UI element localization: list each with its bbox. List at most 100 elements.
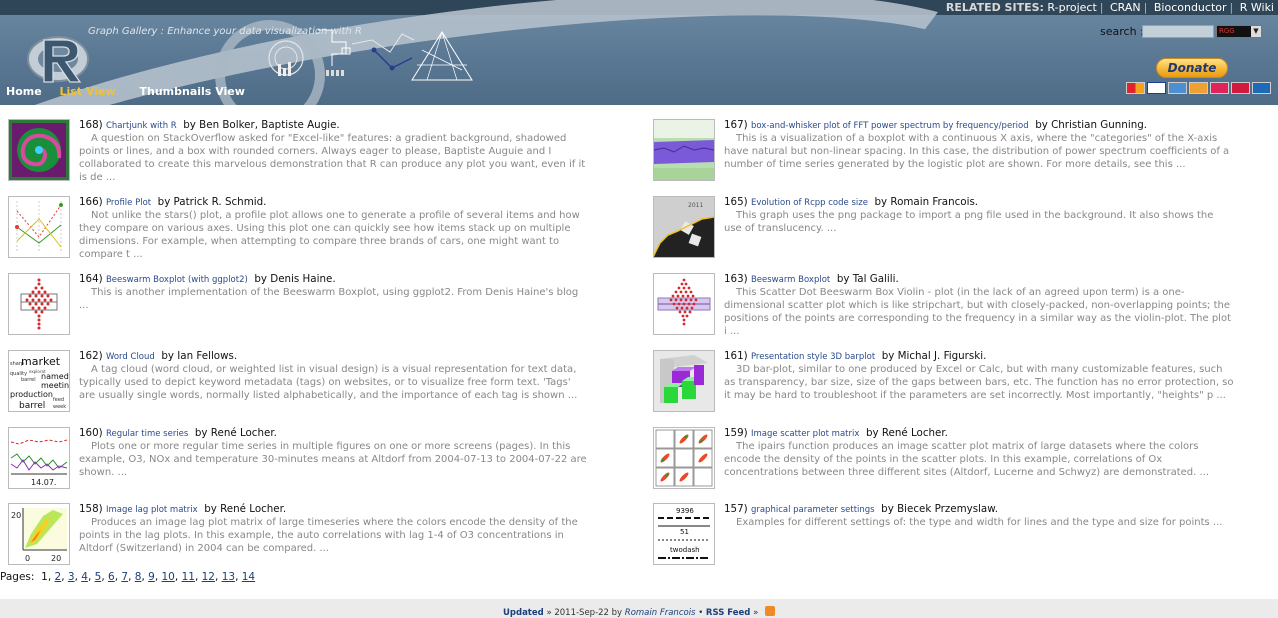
entry-number: 159) <box>724 427 748 439</box>
page-link-3[interactable]: 3 <box>68 571 75 583</box>
entry-number: 161) <box>724 350 748 362</box>
footer-updated-label: Updated <box>503 608 544 618</box>
footer-sep2: » <box>753 608 759 618</box>
main-nav: Home List View Thumbnails View <box>6 85 245 98</box>
entry-title-link[interactable]: Presentation style 3D barplot <box>751 352 875 362</box>
page-link-4[interactable]: 4 <box>81 571 88 583</box>
entry-title-link[interactable]: box-and-whisker plot of FFT power spectr… <box>751 121 1029 131</box>
rcpp-year-label: 2011 <box>688 202 703 209</box>
search-input[interactable] <box>1142 25 1214 38</box>
entry-author: by Patrick R. Schmid. <box>157 196 267 208</box>
entry-title-link[interactable]: Beeswarm Boxplot <box>751 275 830 285</box>
spiral-thumbnail[interactable] <box>8 119 70 181</box>
entry-number: 166) <box>79 196 103 208</box>
related-sites-label: RELATED SITES: <box>945 1 1044 14</box>
entry-author: by Michal J. Figurski. <box>881 350 987 362</box>
nav-list-view-link[interactable]: List View <box>60 85 116 98</box>
entry-title-link[interactable]: Profile Plot <box>106 198 151 208</box>
mastercard-icon <box>1126 82 1145 94</box>
entry-description: This graph uses the png package to impor… <box>724 210 1214 234</box>
r-logo-icon[interactable] <box>26 30 90 88</box>
entry-author: by Ian Fellows. <box>161 350 238 362</box>
entry-number: 165) <box>724 196 748 208</box>
entry-author: by Tal Galili. <box>836 273 899 285</box>
page-link-7[interactable]: 7 <box>121 571 128 583</box>
gallery-entry-166: 166) Profile Plot by Patrick R. Schmid. … <box>8 196 588 266</box>
gallery-entry-158: 20 0 20 158) Image lag plot matrix by Re… <box>8 503 588 573</box>
footer-date: 2011-Sep-22 <box>554 608 609 618</box>
timeseries-thumbnail[interactable]: 14.07. <box>8 427 70 489</box>
entry-title-link[interactable]: Evolution of Rcpp code size <box>751 198 868 208</box>
entry-title-link[interactable]: Regular time series <box>106 429 188 439</box>
search-scope-value: RGG <box>1219 27 1235 35</box>
band-thumbnail[interactable] <box>653 119 715 181</box>
entry-description: Plots one or more regular time series in… <box>79 441 587 478</box>
paypal-card-icon <box>1252 82 1271 94</box>
footer-author-link[interactable]: Romain Francois <box>625 608 696 618</box>
gallery-entry-167: 167) box-and-whisker plot of FFT power s… <box>653 119 1233 189</box>
entry-description: Not unlike the stars() plot, a profile p… <box>79 210 580 260</box>
page-link-9[interactable]: 9 <box>148 571 155 583</box>
gallery-entry-157: 9396 51 twodash 157) graphical parameter… <box>653 503 1233 573</box>
entry-description: This is another implementation of the Be… <box>79 287 579 311</box>
rss-icon[interactable] <box>764 606 775 616</box>
related-link-bioconductor[interactable]: Bioconductor <box>1154 1 1227 14</box>
wc-word: market <box>21 355 61 368</box>
scattermatrix-thumbnail[interactable] <box>653 427 715 489</box>
related-link-r-project[interactable]: R-project <box>1047 1 1096 14</box>
lag-y-tick: 20 <box>11 511 21 520</box>
params-thumbnail[interactable]: 9396 51 twodash <box>653 503 715 565</box>
params-label-a: 9396 <box>676 507 694 515</box>
page-link-11[interactable]: 11 <box>182 571 195 583</box>
rss-feed-link[interactable]: RSS Feed <box>706 608 750 618</box>
beeswarm-thumbnail[interactable] <box>8 273 70 335</box>
page-link-13[interactable]: 13 <box>222 571 235 583</box>
related-link-r-wiki[interactable]: R Wiki <box>1240 1 1274 14</box>
donate-button[interactable]: Donate <box>1156 58 1228 78</box>
wordcloud-thumbnail[interactable]: sharp market named quality meetin produc… <box>8 350 70 412</box>
entry-title-link[interactable]: Beeswarm Boxplot (with ggplot2) <box>106 275 248 285</box>
search-scope-select[interactable]: RGG ▼ <box>1216 25 1262 38</box>
entry-description: 3D bar-plot, similar to one produced by … <box>724 364 1234 401</box>
nav-home-link[interactable]: Home <box>6 85 42 98</box>
page-link-12[interactable]: 12 <box>202 571 215 583</box>
beeswarm2-thumbnail[interactable] <box>653 273 715 335</box>
page-link-5[interactable]: 5 <box>95 571 102 583</box>
gallery-entry-163: 163) Beeswarm Boxplot by Tal Galili. Thi… <box>653 273 1233 343</box>
entry-title-link[interactable]: Image lag plot matrix <box>106 505 198 515</box>
page-link-8[interactable]: 8 <box>135 571 142 583</box>
page-link-6[interactable]: 6 <box>108 571 115 583</box>
lagplot-thumbnail[interactable]: 20 0 20 <box>8 503 70 565</box>
entry-number: 162) <box>79 350 103 362</box>
entry-description: Examples for different settings of: the … <box>736 517 1223 528</box>
chevron-down-icon: ▼ <box>1251 26 1261 37</box>
page-link-14[interactable]: 14 <box>242 571 255 583</box>
entry-description: This Scatter Dot Beeswarm Box Violin - p… <box>724 287 1231 337</box>
barplot3d-thumbnail[interactable] <box>653 350 715 412</box>
entry-description: Produces an image lag plot matrix of lar… <box>79 517 578 554</box>
entry-number: 167) <box>724 119 748 131</box>
lag-x-tick: 0 <box>25 554 30 563</box>
pagination: Pages: 1, 2, 3, 4, 5, 6, 7, 8, 9, 10, 11… <box>0 571 256 583</box>
wc-word: barrel <box>19 401 45 411</box>
entry-title-link[interactable]: Image scatter plot matrix <box>751 429 859 439</box>
profile-thumbnail[interactable] <box>8 196 70 258</box>
header-graph-collage <box>268 29 473 81</box>
entry-author: by René Locher. <box>194 427 277 439</box>
entry-author: by Romain Francois. <box>874 196 979 208</box>
entry-author: by René Locher. <box>204 503 287 515</box>
entry-author: by René Locher. <box>865 427 948 439</box>
entry-author: by Christian Gunning. <box>1035 119 1148 131</box>
entry-title-link[interactable]: Chartjunk with R <box>106 121 177 131</box>
entry-title-link[interactable]: graphical parameter settings <box>751 505 875 515</box>
entry-title-link[interactable]: Word Cloud <box>106 352 155 362</box>
page-link-2[interactable]: 2 <box>55 571 62 583</box>
wc-word: barrel <box>21 377 36 383</box>
related-link-cran[interactable]: CRAN <box>1110 1 1141 14</box>
rcpp-thumbnail[interactable]: 2011 <box>653 196 715 258</box>
page-link-10[interactable]: 10 <box>162 571 175 583</box>
nav-thumbnails-view-link[interactable]: Thumbnails View <box>140 85 245 98</box>
related-sites: RELATED SITES: R-project | CRAN | Biocondu… <box>945 1 1274 14</box>
wc-word: meetin <box>41 381 69 390</box>
maestro-icon <box>1210 82 1229 94</box>
